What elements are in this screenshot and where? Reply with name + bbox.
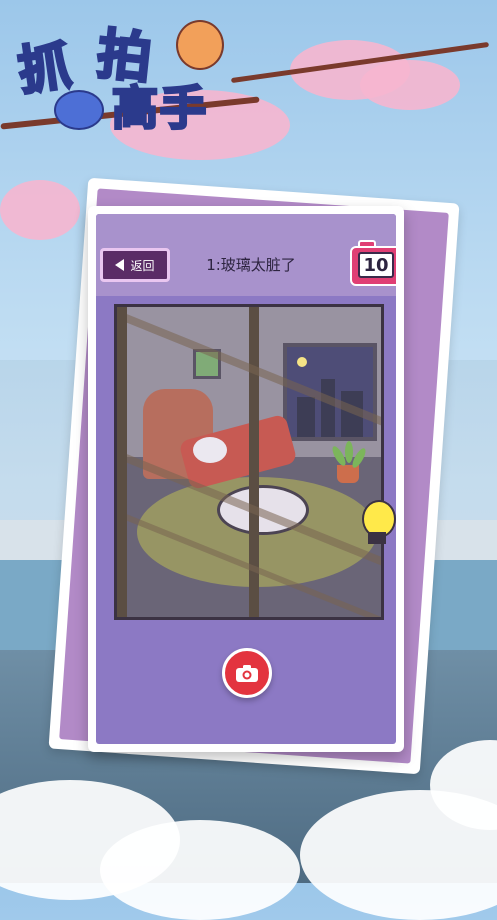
lightbulb-icon	[352, 500, 396, 570]
shots-remaining: 10	[358, 252, 394, 278]
logo-line-2: 高手	[111, 80, 208, 137]
camera-card: 返回 1:玻璃太脏了 10	[88, 206, 404, 752]
shutter-button[interactable]	[222, 648, 272, 698]
mascot-icon	[176, 20, 224, 70]
bird-icon	[54, 90, 104, 130]
back-button-label: 返回	[130, 258, 155, 273]
shot-counter: 10	[350, 238, 396, 290]
game-scene-window[interactable]	[114, 304, 384, 620]
game-logo: 抓 拍 高手	[8, 6, 238, 137]
level-title: 1:玻璃太脏了	[206, 256, 296, 274]
camera-icon	[236, 665, 258, 682]
back-arrow-icon	[115, 259, 125, 271]
back-button[interactable]: 返回	[100, 248, 170, 282]
